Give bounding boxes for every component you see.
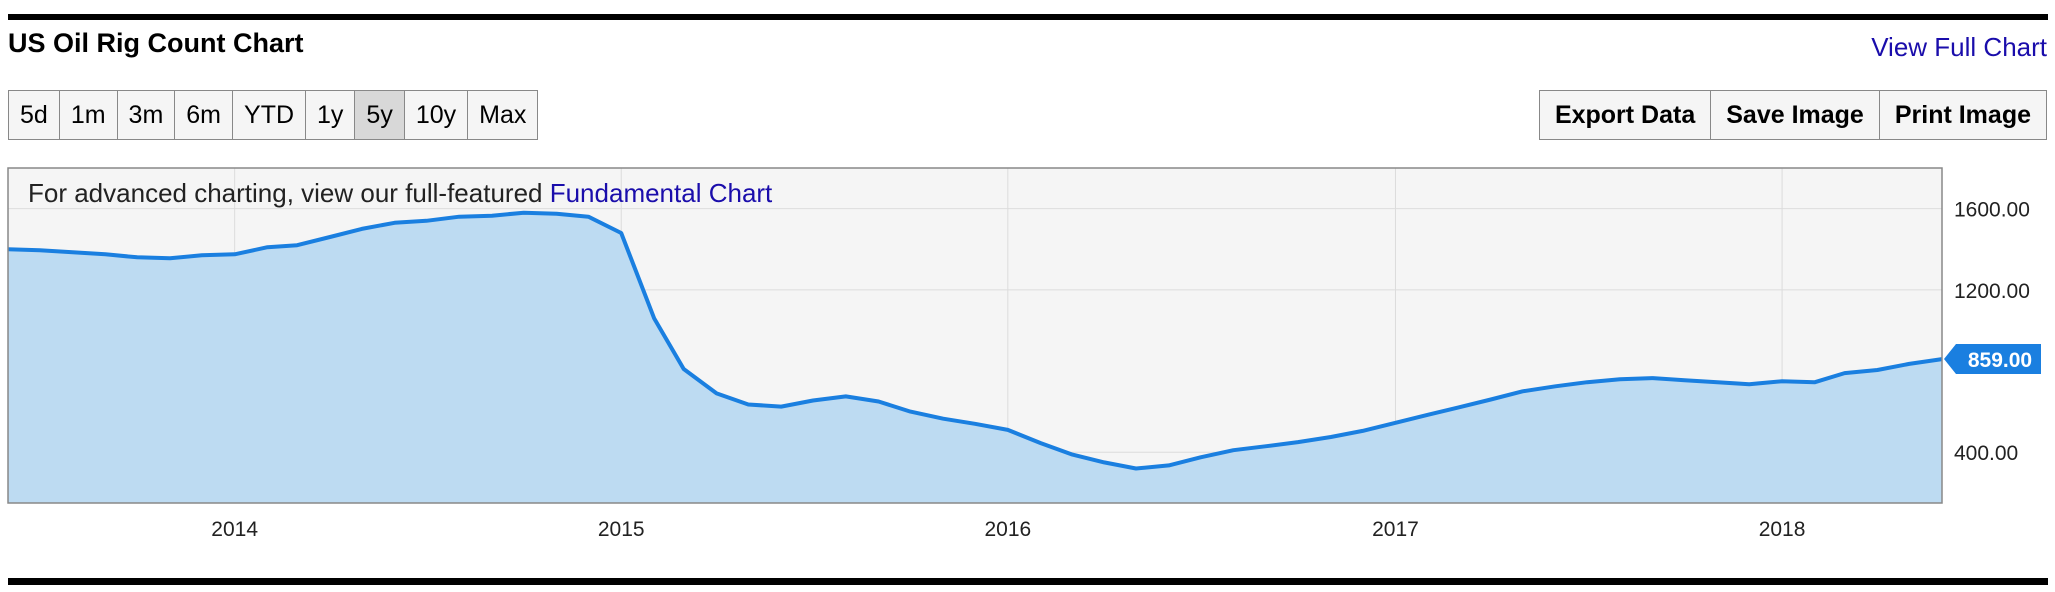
x-axis: 2014 2015 2016 2017 2018 (211, 518, 1805, 541)
save-image-button[interactable]: Save Image (1711, 91, 1880, 139)
y-tick-label: 400.00 (1954, 442, 2018, 465)
range-5d-button[interactable]: 5d (9, 91, 60, 139)
top-rule (8, 14, 2048, 20)
last-value-label: 859.00 (1968, 349, 2032, 372)
export-data-button[interactable]: Export Data (1539, 91, 1712, 139)
view-full-chart-link[interactable]: View Full Chart (1871, 32, 2047, 63)
range-max-button[interactable]: Max (468, 91, 538, 139)
print-image-button[interactable]: Print Image (1879, 91, 2046, 139)
y-tick-label: 1600.00 (1954, 199, 2030, 222)
x-tick-label: 2015 (598, 518, 645, 541)
fundamental-chart-link[interactable]: Fundamental Chart (550, 178, 773, 208)
chart-actions: Export Data Save Image Print Image (1538, 90, 2047, 140)
range-1y-button[interactable]: 1y (306, 91, 356, 139)
bottom-rule (8, 578, 2048, 585)
chart-title: US Oil Rig Count Chart (8, 28, 304, 58)
promo-label: For advanced charting, view our full-fea… (28, 178, 550, 208)
range-selector: 5d 1m 3m 6m YTD 1y 5y 10y Max (8, 90, 539, 140)
range-6m-button[interactable]: 6m (175, 91, 234, 139)
range-10y-button[interactable]: 10y (404, 91, 469, 139)
range-ytd-button[interactable]: YTD (233, 91, 307, 139)
rig-count-chart: 400.001200.001600.00 2014 2015 2016 2017 201… (7, 167, 2041, 541)
range-3m-button[interactable]: 3m (117, 91, 176, 139)
range-5y-button[interactable]: 5y (355, 91, 405, 139)
x-tick-label: 2017 (1372, 518, 1419, 541)
x-tick-label: 2016 (984, 518, 1031, 541)
last-value-marker: 859.00 (1944, 344, 2041, 375)
x-tick-label: 2018 (1759, 518, 1806, 541)
y-axis: 400.00 1200.00 1600.00 (1954, 199, 2030, 466)
y-tick-label: 1200.00 (1954, 280, 2030, 303)
x-tick-label: 2014 (211, 518, 258, 541)
range-1m-button[interactable]: 1m (59, 91, 118, 139)
promo-text: For advanced charting, view our full-fea… (28, 178, 772, 209)
